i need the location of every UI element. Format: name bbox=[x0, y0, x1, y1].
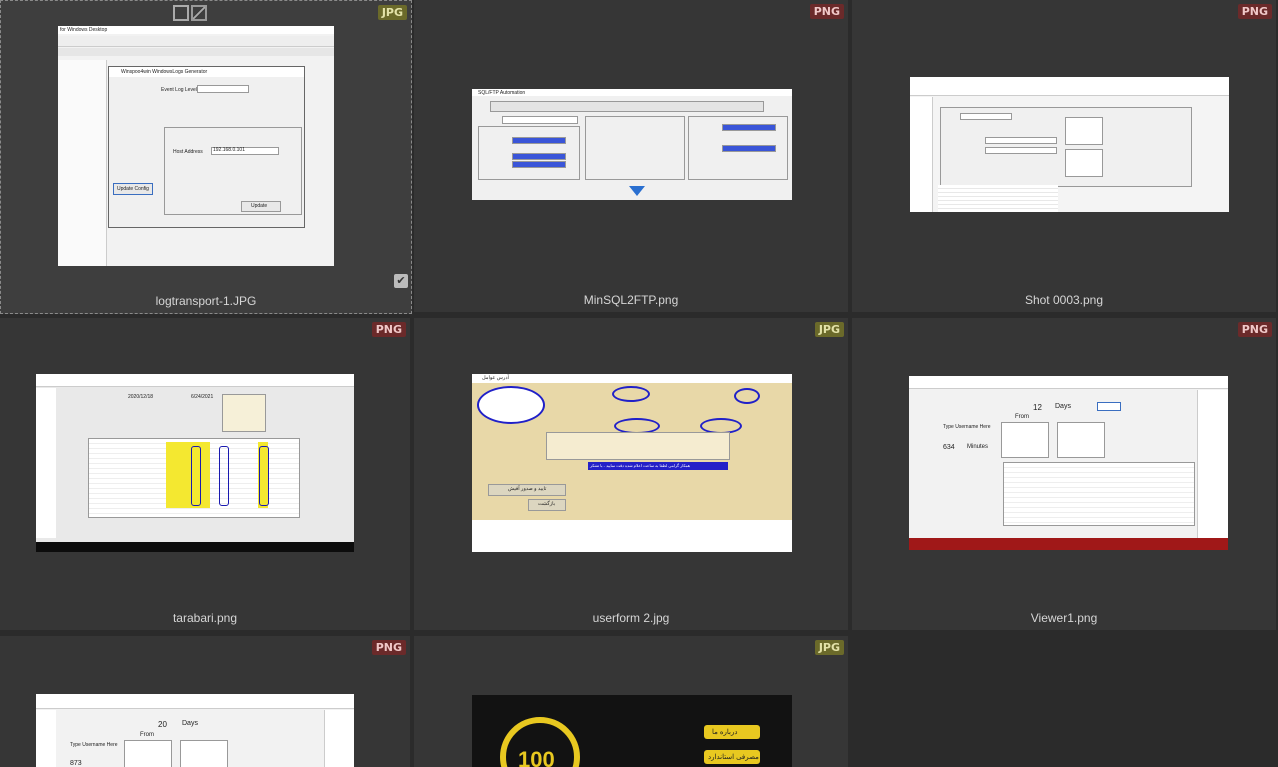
thumbnail: SQL/FTP Automation bbox=[472, 89, 792, 200]
file-tile-viewer1[interactable]: PNG 12 Days From Type Username Here 634 … bbox=[852, 318, 1278, 632]
thumbnail: 20 Days From Type Username Here 873 bbox=[36, 694, 354, 767]
thumbnail: for Windows Desktop Winspoo4win WindowsL… bbox=[58, 26, 334, 266]
thumbnail: آدرس عوامل همکار گرامی لطفا به ساعت اعلا… bbox=[472, 374, 792, 552]
file-tile-tarabari[interactable]: PNG 2020/12/18 6/24/2021 tarabari.png bbox=[0, 318, 412, 632]
file-tile-userform2[interactable]: JPG آدرس عوامل همکار گرامی لطفا به ساعت … bbox=[414, 318, 850, 632]
thumbnail: 2020/12/18 6/24/2021 bbox=[36, 374, 354, 552]
file-type-badge: JPG bbox=[814, 640, 844, 655]
thumbnail: 100 درباره ما مصرفی استاندارد bbox=[472, 695, 792, 767]
file-type-badge: PNG bbox=[809, 4, 844, 19]
square-icon bbox=[173, 5, 189, 21]
thumbnail: 12 Days From Type Username Here 634 Minu… bbox=[909, 376, 1228, 550]
empty-tile bbox=[852, 636, 1278, 767]
file-name: userform 2.jpg bbox=[592, 611, 670, 625]
window-title: Winspoo4win WindowsLogs Generator bbox=[121, 69, 208, 75]
selection-icons bbox=[173, 5, 209, 23]
file-type-badge: PNG bbox=[1237, 4, 1272, 19]
file-name: MinSQL2FTP.png bbox=[583, 293, 679, 307]
file-type-badge: JPG bbox=[377, 5, 407, 20]
file-type-badge: PNG bbox=[371, 640, 406, 655]
file-name: Shot 0003.png bbox=[1024, 293, 1104, 307]
checked-icon[interactable]: ✔ bbox=[394, 274, 408, 288]
thumbnail bbox=[910, 77, 1229, 212]
file-type-badge: PNG bbox=[371, 322, 406, 337]
file-name: tarabari.png bbox=[172, 611, 238, 625]
file-type-badge: PNG bbox=[1237, 322, 1272, 337]
file-tile-minsql2ftp[interactable]: PNG SQL/FTP Automation MinSQL2FTP.png bbox=[414, 0, 850, 314]
file-tile-logtransport[interactable]: JPG for Windows Desktop Winspoo4win Wind… bbox=[0, 0, 412, 314]
file-name: logtransport-1.JPG bbox=[155, 294, 257, 308]
file-tile-shot0003[interactable]: PNG Shot 0003.png bbox=[852, 0, 1278, 314]
file-tile-8[interactable]: JPG 100 درباره ما مصرفی استاندارد bbox=[414, 636, 850, 767]
file-name: Viewer1.png bbox=[1030, 611, 1098, 625]
edit-icon bbox=[191, 5, 207, 21]
file-tile-7[interactable]: PNG 20 Days From Type Username Here 873 bbox=[0, 636, 412, 767]
file-type-badge: JPG bbox=[814, 322, 844, 337]
